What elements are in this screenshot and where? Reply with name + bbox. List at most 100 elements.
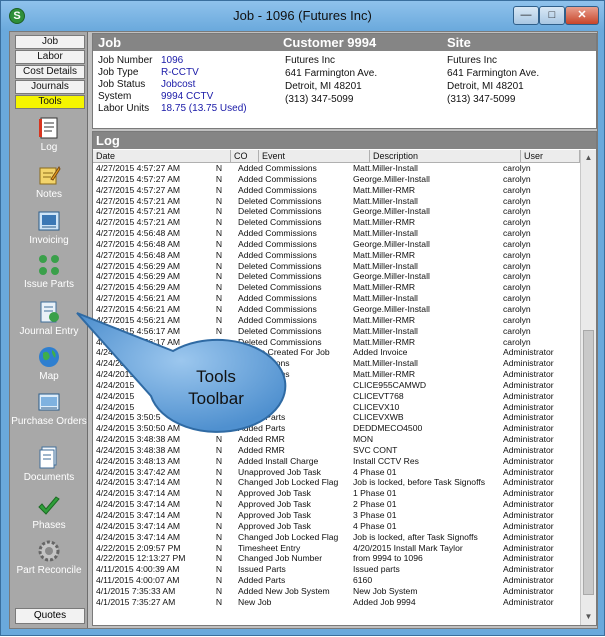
scroll-thumb[interactable] bbox=[583, 330, 594, 595]
job-window: S Job - 1096 (Futures Inc) — □ ✕ Job Lab… bbox=[0, 0, 605, 636]
table-row[interactable]: 4/1/2015 7:35:33 AM N Added New Job System… bbox=[93, 586, 579, 597]
table-row[interactable]: 4/27/2015 4:56:29 AM N Deleted Commissions… bbox=[93, 261, 579, 272]
tool-phases-label: Phases bbox=[32, 520, 66, 531]
tab-tools[interactable]: Tools bbox=[15, 95, 85, 109]
column-header-event[interactable]: Event bbox=[259, 150, 370, 163]
log-cell-user: carolyn bbox=[503, 163, 531, 173]
log-cell-co: N bbox=[215, 488, 223, 499]
log-cell-event: Added New Job System bbox=[238, 585, 330, 596]
log-cell-user: carolyn bbox=[503, 238, 531, 249]
log-cell-co: N bbox=[215, 444, 223, 455]
log-cell-event: Added Commissions bbox=[238, 303, 317, 314]
log-cell-co: N bbox=[215, 347, 223, 358]
table-row[interactable]: 4/24/2015 4:52:1 N Invoice Created For Job… bbox=[93, 347, 579, 358]
tool-map[interactable]: Map bbox=[10, 345, 88, 382]
minimize-button[interactable]: — bbox=[513, 6, 539, 25]
tool-part-reconcile[interactable]: Part Reconcile bbox=[10, 539, 88, 576]
tab-labor[interactable]: Labor bbox=[15, 50, 85, 64]
table-row[interactable]: 4/24/2015 3:48:13 AM N Added Install Charg… bbox=[93, 456, 579, 467]
scroll-up-arrow-icon[interactable]: ▲ bbox=[583, 152, 594, 163]
table-row[interactable]: 4/24/2015 3:47:14 AM N Changed Job Locked … bbox=[93, 477, 579, 488]
table-row[interactable]: 4/24/2015 3:47:42 AM N Unapproved Job Task… bbox=[93, 467, 579, 478]
tool-documents[interactable]: Documents bbox=[10, 446, 88, 483]
tab-job[interactable]: Job bbox=[15, 35, 85, 49]
tool-journal-entry[interactable]: Journal Entry bbox=[10, 300, 88, 337]
tool-phases[interactable]: Phases bbox=[10, 494, 88, 531]
tool-invoicing[interactable]: Invoicing bbox=[10, 209, 88, 246]
table-row[interactable]: 4/24/2015 3:47:14 AM N Approved Job Task 3 … bbox=[93, 510, 579, 521]
table-row[interactable]: 4/27/2015 4:56:21 AM N Added Commissions Ma… bbox=[93, 315, 579, 326]
log-cell-co: N bbox=[215, 303, 223, 314]
tool-invoicing-label: Invoicing bbox=[29, 235, 69, 246]
table-row[interactable]: 4/27/2015 4:57:21 AM N Deleted Commissions… bbox=[93, 206, 579, 217]
column-header-user[interactable]: User bbox=[521, 150, 580, 163]
table-row[interactable]: 4/27/2015 4:57:21 AM N Deleted Commissions… bbox=[93, 217, 579, 228]
table-row[interactable]: 4/24/2015 3:47:14 AM N Approved Job Task 2 … bbox=[93, 499, 579, 510]
log-cell-co: N bbox=[215, 564, 223, 575]
log-cell-user: Administrator bbox=[503, 499, 554, 510]
table-row[interactable]: 4/27/2015 4:57:21 AM N Deleted Commissions… bbox=[93, 196, 579, 207]
table-row[interactable]: 4/27/2015 4:57:27 AM N Added Commissions Ge… bbox=[93, 174, 579, 185]
column-header-co[interactable]: CO bbox=[231, 150, 259, 163]
table-row[interactable]: 4/24/2015 3:47:14 AM N Approved Job Task 1 … bbox=[93, 488, 579, 499]
log-cell-event: Approved Job Task bbox=[238, 520, 311, 531]
tab-journals[interactable]: Journals bbox=[15, 80, 85, 94]
table-row[interactable]: 4/11/2015 4:00:39 AM N Issued Parts Issued … bbox=[93, 564, 579, 575]
table-row[interactable]: 4/27/2015 4:56:29 AM N Deleted Commissions… bbox=[93, 271, 579, 282]
table-row[interactable]: 4/22/2015 12:13:27 PM N Changed Job Number… bbox=[93, 553, 579, 564]
maximize-button[interactable]: □ bbox=[539, 6, 565, 25]
scroll-down-arrow-icon[interactable]: ▼ bbox=[583, 611, 594, 622]
title-bar[interactable]: S Job - 1096 (Futures Inc) — □ ✕ bbox=[1, 1, 604, 31]
table-row[interactable]: 4/24/2015 3:48:38 AM N Added RMR MON Adminis… bbox=[93, 434, 579, 445]
log-cell-event: Deleted Commissions bbox=[238, 260, 322, 271]
table-row[interactable]: 4/22/2015 2:09:57 PM N Timesheet Entry 4/20… bbox=[93, 543, 579, 554]
table-row[interactable]: 4/11/2015 4:00:07 AM N Added Parts 6160 Admi… bbox=[93, 575, 579, 586]
log-cell-description: 3 Phase 01 bbox=[353, 510, 397, 520]
close-button[interactable]: ✕ bbox=[565, 6, 599, 25]
table-row[interactable]: 4/27/2015 4:56:48 AM N Added Commissions Ma… bbox=[93, 250, 579, 261]
table-row[interactable]: 4/27/2015 4:56:17 AM N Deleted Commissions… bbox=[93, 326, 579, 337]
table-row[interactable]: 4/24/2015 3:48:38 AM N Added RMR SVC CONT Ad… bbox=[93, 445, 579, 456]
table-row[interactable]: 4/24/2015 3:47:14 AM N Changed Job Locked … bbox=[93, 532, 579, 543]
log-cell-event: Unapproved Job Task bbox=[238, 466, 321, 477]
tab-cost-details[interactable]: Cost Details bbox=[15, 65, 85, 79]
log-cell-event: Changed Job Locked Flag bbox=[238, 477, 339, 488]
log-cell-co: N bbox=[215, 260, 223, 271]
table-row[interactable]: 4/24/2015 3:50:50 AM N Added Parts DEDDMECO… bbox=[93, 423, 579, 434]
log-scrollbar[interactable]: ▲ ▼ bbox=[580, 150, 596, 625]
log-cell-co: N bbox=[215, 531, 223, 542]
job-type-value: R-CCTV bbox=[161, 67, 199, 78]
tool-issue-parts[interactable]: Issue Parts bbox=[10, 253, 88, 290]
log-cell-co: N bbox=[215, 206, 223, 217]
log-cell-description: CLICEVX10 bbox=[353, 401, 400, 412]
table-row[interactable]: 4/24/2015 3:47:14 AM N Approved Job Task 4 … bbox=[93, 521, 579, 532]
tool-log[interactable]: Log bbox=[10, 116, 88, 153]
log-cell-event: Approved Job Task bbox=[238, 488, 311, 499]
log-cell-user: carolyn bbox=[503, 293, 531, 304]
log-cell-user: Administrator bbox=[503, 455, 554, 466]
table-row[interactable]: 4/27/2015 4:56:21 AM N Added Commissions Ma… bbox=[93, 293, 579, 304]
tool-notes-label: Notes bbox=[35, 189, 63, 200]
table-row[interactable]: 4/24/2015 3:50:5 N Added Parts CLICEVXWB Adm… bbox=[93, 412, 579, 423]
log-cell-date: 4/27/2015 4:56:17 AM bbox=[96, 325, 181, 336]
tool-purchase-orders[interactable]: Purchase Orders bbox=[10, 390, 88, 427]
log-cell-user: Administrator bbox=[503, 347, 554, 358]
log-cell-date: 4/22/2015 12:13:27 PM bbox=[96, 553, 186, 564]
table-row[interactable]: 4/27/2015 4:57:27 AM N Added Commissions Ma… bbox=[93, 163, 579, 174]
tool-notes[interactable]: Notes bbox=[10, 163, 88, 200]
table-row[interactable]: 4/1/2015 7:35:27 AM N New Job Added Job 999… bbox=[93, 597, 579, 608]
column-header-description[interactable]: Description bbox=[370, 150, 521, 163]
column-header-date[interactable]: Date bbox=[93, 150, 231, 163]
log-cell-event: Deleted Commissions bbox=[238, 282, 322, 293]
table-row[interactable]: 4/27/2015 4:56:48 AM N Added Commissions Ge… bbox=[93, 239, 579, 250]
table-row[interactable]: 4/27/2015 4:56:29 AM N Deleted Commissions… bbox=[93, 282, 579, 293]
table-row[interactable]: 4/27/2015 4:56:48 AM N Added Commissions Ma… bbox=[93, 228, 579, 239]
tool-map-label: Map bbox=[39, 371, 59, 382]
log-cell-co: N bbox=[215, 520, 223, 531]
table-row[interactable]: 4/27/2015 4:57:27 AM N Added Commissions Ma… bbox=[93, 185, 579, 196]
table-row[interactable]: 4/27/2015 4:56:21 AM N Added Commissions Ge… bbox=[93, 304, 579, 315]
tab-quotes[interactable]: Quotes bbox=[15, 608, 85, 624]
log-cell-description: Matt.Miller-Install bbox=[353, 195, 418, 206]
table-row[interactable]: 4/27/2015 4:56:17 AM N Deleted Commissions… bbox=[93, 337, 579, 348]
log-cell-user: Administrator bbox=[503, 477, 554, 488]
